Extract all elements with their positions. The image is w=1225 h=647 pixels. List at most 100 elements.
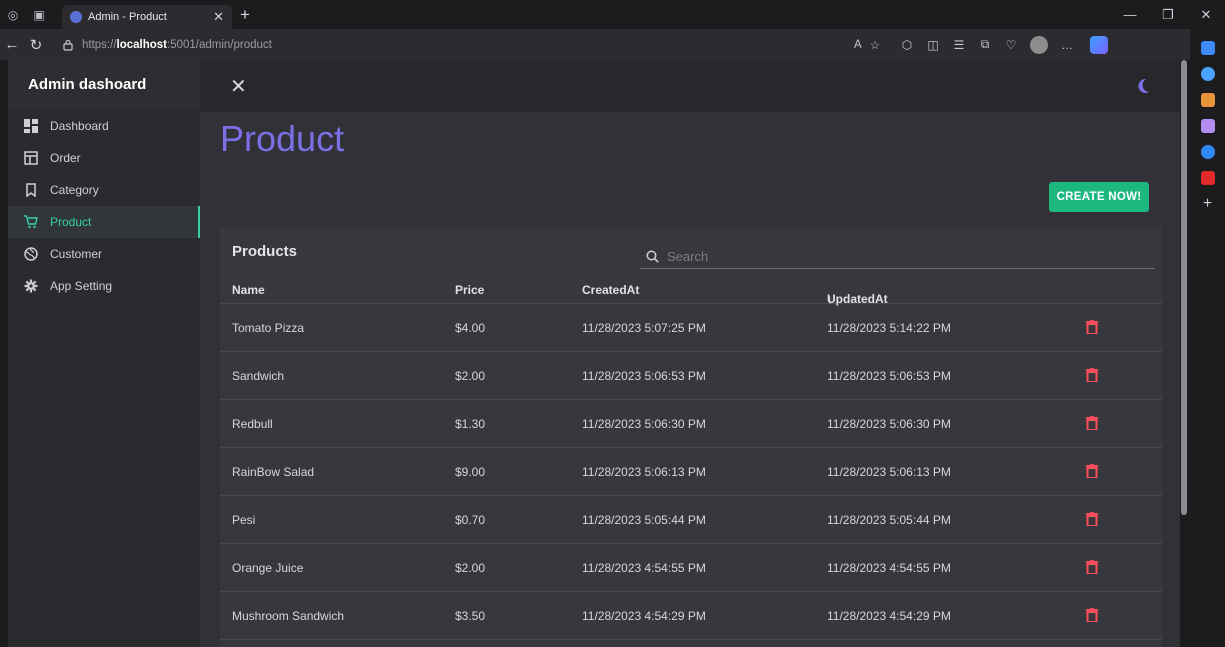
sidebar-item-label: Product: [50, 215, 92, 229]
cell-updated-at: 11/28/2023 4:54:29 PM: [827, 609, 951, 623]
sidebar-item-dashboard[interactable]: Dashboard: [8, 110, 200, 142]
collections-icon[interactable]: ⧉: [972, 37, 998, 52]
tab-close-icon[interactable]: ✕: [213, 9, 224, 25]
delete-icon[interactable]: [1086, 560, 1098, 574]
add-sidebar-app-icon[interactable]: +: [1201, 196, 1215, 212]
cell-price: $2.00: [455, 369, 486, 383]
table-row[interactable]: Pesi $0.70 11/28/2023 5:05:44 PM 11/28/2023…: [220, 496, 1162, 544]
sidebar-item-order[interactable]: Order: [8, 142, 200, 174]
column-header-name[interactable]: Name: [232, 283, 265, 297]
delete-icon[interactable]: [1086, 416, 1098, 430]
table-body: Tomato Pizza $4.00 11/28/2023 5:07:25 PM 11…: [220, 304, 1162, 640]
dashboard-icon: [24, 119, 38, 133]
cell-name: Mushroom Sandwich: [232, 609, 345, 623]
cell-updated-at: 11/28/2023 5:14:22 PM: [827, 321, 951, 335]
cell-updated-at: 11/28/2023 5:06:53 PM: [827, 369, 951, 383]
back-icon[interactable]: ←: [0, 36, 24, 53]
sidebar-nav: Dashboard Order Category Product Custome…: [8, 110, 200, 302]
lock-icon: [63, 39, 73, 51]
cell-created-at: 11/28/2023 4:54:55 PM: [582, 561, 706, 575]
favorite-star-icon[interactable]: ☆: [870, 38, 880, 52]
page-title: Product: [220, 118, 345, 159]
sidebar-item-category[interactable]: Category: [8, 174, 200, 206]
minimize-icon[interactable]: —: [1111, 7, 1149, 23]
table-row[interactable]: Sandwich $2.00 11/28/2023 5:06:53 PM 11/28/…: [220, 352, 1162, 400]
create-now-button[interactable]: CREATE NOW!: [1049, 182, 1149, 212]
sidebar-item-customer[interactable]: Customer: [8, 238, 200, 270]
split-screen-icon[interactable]: ◫: [920, 38, 946, 52]
profile-avatar[interactable]: [1030, 35, 1048, 54]
cell-price: $0.70: [455, 513, 486, 527]
page-scrollbar[interactable]: [1181, 60, 1187, 515]
browser-tab[interactable]: Admin - Product ✕: [62, 5, 232, 29]
column-header-price[interactable]: Price: [455, 283, 484, 297]
cell-name: Pesi: [232, 513, 256, 527]
sidebar-item-label: Order: [50, 151, 81, 165]
cell-name: Redbull: [232, 417, 273, 431]
table-row[interactable]: Tomato Pizza $4.00 11/28/2023 5:07:25 PM 11…: [220, 304, 1162, 352]
youtube-icon[interactable]: [1200, 171, 1215, 185]
column-header-createdat[interactable]: CreatedAt: [582, 283, 639, 297]
close-drawer-icon[interactable]: ✕: [230, 74, 247, 99]
cart-icon: [24, 215, 38, 229]
table-title: Products: [232, 243, 298, 260]
table-row[interactable]: Redbull $1.30 11/28/2023 5:06:30 PM 11/28/2…: [220, 400, 1162, 448]
edge-sidebar: +: [1190, 29, 1225, 647]
sidebar-item-app-setting[interactable]: App Setting: [8, 270, 200, 302]
dark-mode-moon-icon[interactable]: [1136, 78, 1150, 94]
cell-updated-at: 11/28/2023 4:54:55 PM: [827, 561, 951, 575]
main-content: Product CREATE NOW! Products Search Name…: [200, 112, 1180, 647]
products-card: Products Search Name Price CreatedAt Upd…: [220, 227, 1162, 647]
restore-icon[interactable]: ❐: [1149, 7, 1187, 23]
cell-created-at: 11/28/2023 5:07:25 PM: [582, 321, 706, 335]
office-icon[interactable]: [1200, 145, 1215, 159]
table-header: Name Price CreatedAt UpdatedAt ↓: [220, 274, 1162, 306]
app-top-bar: ✕: [200, 60, 1180, 112]
copilot-icon[interactable]: [1090, 35, 1108, 54]
new-tab-icon[interactable]: +: [240, 5, 250, 25]
cell-created-at: 11/28/2023 5:06:53 PM: [582, 369, 706, 383]
sidebar-item-label: Dashboard: [50, 119, 109, 133]
delete-icon[interactable]: [1086, 368, 1098, 382]
search-input[interactable]: Search: [640, 245, 1155, 269]
cell-name: RainBow Salad: [232, 465, 315, 479]
extensions-icon[interactable]: ⬡: [894, 38, 920, 52]
search-placeholder: Search: [667, 249, 709, 264]
refresh-icon[interactable]: ↻: [24, 36, 48, 54]
sidebar-item-product[interactable]: Product: [8, 206, 200, 238]
table-row[interactable]: RainBow Salad $9.00 11/28/2023 5:06:13 PM 1…: [220, 448, 1162, 496]
tab-favicon-icon: [70, 11, 82, 23]
more-options-icon[interactable]: …: [1054, 38, 1080, 52]
table-row[interactable]: Orange Juice $2.00 11/28/2023 4:54:55 PM 11…: [220, 544, 1162, 592]
performance-icon[interactable]: ♡: [998, 38, 1024, 52]
cell-updated-at: 11/28/2023 5:06:30 PM: [827, 417, 951, 431]
workspaces-icon[interactable]: ◎: [0, 0, 26, 29]
url-field[interactable]: https://localhost:5001/admin/product A ☆: [56, 32, 886, 57]
cell-name: Orange Juice: [232, 561, 304, 575]
cell-name: Sandwich: [232, 369, 285, 383]
table-row[interactable]: Mushroom Sandwich $3.50 11/28/2023 4:54:29…: [220, 592, 1162, 640]
sidebar-item-label: Category: [50, 183, 99, 197]
window-controls: — ❐ ✕: [1111, 7, 1225, 23]
order-icon: [24, 151, 38, 165]
browser-toolbar-icons: ⬡ ◫ ☰ ⧉ ♡ …: [894, 35, 1108, 54]
url-text: https://localhost:5001/admin/product: [82, 38, 272, 51]
cell-price: $9.00: [455, 465, 486, 479]
tab-actions-icon[interactable]: ▣: [26, 0, 52, 29]
favorites-icon[interactable]: ☰: [946, 38, 972, 52]
sidebar-item-label: App Setting: [50, 279, 113, 293]
browser-tab-bar: ◎ ▣ Admin - Product ✕ + — ❐ ✕: [0, 0, 1225, 29]
delete-icon[interactable]: [1086, 512, 1098, 526]
delete-icon[interactable]: [1086, 320, 1098, 334]
delete-icon[interactable]: [1086, 608, 1098, 622]
sidebar-item-label: Customer: [50, 247, 103, 261]
admin-sidebar: Admin dashoard Dashboard Order Category …: [8, 60, 200, 647]
notifications-icon[interactable]: [1200, 41, 1215, 55]
read-aloud-icon[interactable]: A: [854, 39, 862, 51]
delete-icon[interactable]: [1086, 464, 1098, 478]
edge-search-icon[interactable]: [1200, 67, 1215, 81]
cell-price: $1.30: [455, 417, 486, 431]
shopping-icon[interactable]: [1200, 93, 1215, 107]
window-close-icon[interactable]: ✕: [1187, 7, 1225, 23]
tools-icon[interactable]: [1200, 119, 1215, 133]
